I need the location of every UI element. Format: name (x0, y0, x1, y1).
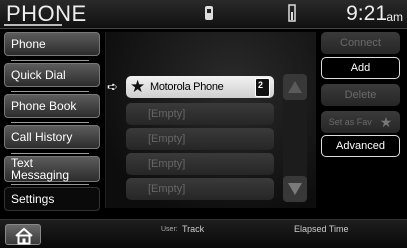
clock-ampm: am (386, 10, 403, 24)
sidebar-nav: Phone Quick Dial Phone Book Call History… (0, 29, 104, 219)
list-item-label: [Empty] (148, 133, 186, 145)
list-item-empty[interactable]: [Empty] (126, 128, 274, 150)
list-item-empty[interactable]: [Empty] (126, 178, 274, 200)
nav-item-call-history[interactable]: Call History (4, 122, 100, 149)
set-as-fav-label: Set as Fav (328, 117, 372, 127)
phone-badge-icon: 2 (255, 78, 270, 97)
advanced-button[interactable]: Advanced (321, 135, 400, 157)
nav-item-label: Settings (11, 192, 55, 206)
nav-divider (11, 153, 89, 154)
clock-time: 9:21 (346, 2, 387, 25)
scroll-down-button[interactable] (283, 176, 307, 202)
list-item-empty[interactable]: [Empty] (126, 153, 274, 175)
selection-arrow-icon: ➪ (107, 79, 118, 94)
set-as-fav-button[interactable]: Set as Fav ★ (321, 111, 400, 133)
status-bar: PHONE 9:21 am (0, 0, 407, 29)
add-label: Add (350, 62, 371, 74)
star-icon: ★ (130, 77, 146, 96)
nav-item-label: Call History (11, 130, 73, 144)
nav-item-label: Quick Dial (11, 68, 66, 82)
title-underline (4, 24, 62, 26)
scroll-down-icon (288, 183, 302, 195)
nav-item-quick-dial[interactable]: Quick Dial (4, 60, 100, 87)
nav-divider (11, 184, 89, 185)
bottom-bar: User: Track Elapsed Time (0, 219, 407, 248)
nav-item-label: Text Messaging (11, 156, 70, 182)
scroll-up-button[interactable] (283, 74, 307, 100)
phone-badge-number: 2 (258, 80, 264, 90)
favorite-star-icon: ★ (379, 113, 393, 130)
phone-status-icon (205, 6, 213, 20)
phone-screen: PHONE 9:21 am Phone Quick Dial Phone Boo… (0, 0, 407, 248)
nav-item-label: Phone (11, 37, 46, 51)
nav-item-label: Phone Book (11, 99, 77, 113)
advanced-label: Advanced (336, 140, 385, 152)
list-item-motorola-phone[interactable]: Motorola Phone (126, 76, 274, 98)
nav-item-text-messaging[interactable]: Text Messaging (4, 153, 100, 182)
nav-divider (11, 60, 89, 61)
elapsed-time-label: Elapsed Time (294, 224, 349, 234)
scroll-up-icon (288, 81, 302, 93)
delete-button[interactable]: Delete (321, 84, 400, 106)
list-item-label: [Empty] (148, 158, 186, 170)
delete-label: Delete (344, 89, 377, 101)
nav-item-phone[interactable]: Phone (4, 32, 100, 56)
home-button[interactable] (5, 224, 41, 245)
home-icon (15, 227, 33, 245)
list-item-empty[interactable]: [Empty] (126, 103, 274, 125)
nav-item-phone-book[interactable]: Phone Book (4, 91, 100, 118)
signal-icon (288, 4, 296, 22)
connect-button[interactable]: Connect (321, 32, 400, 54)
device-name: Motorola Phone (150, 81, 224, 93)
list-item-label: [Empty] (148, 108, 186, 120)
nav-item-settings[interactable]: Settings (4, 184, 100, 211)
list-item-label: [Empty] (148, 183, 186, 195)
user-label: User: (161, 226, 178, 233)
track-label: Track (182, 224, 205, 234)
connect-label: Connect (340, 37, 381, 49)
nav-divider (11, 91, 89, 92)
nav-divider (11, 122, 89, 123)
add-button[interactable]: Add (321, 57, 400, 79)
